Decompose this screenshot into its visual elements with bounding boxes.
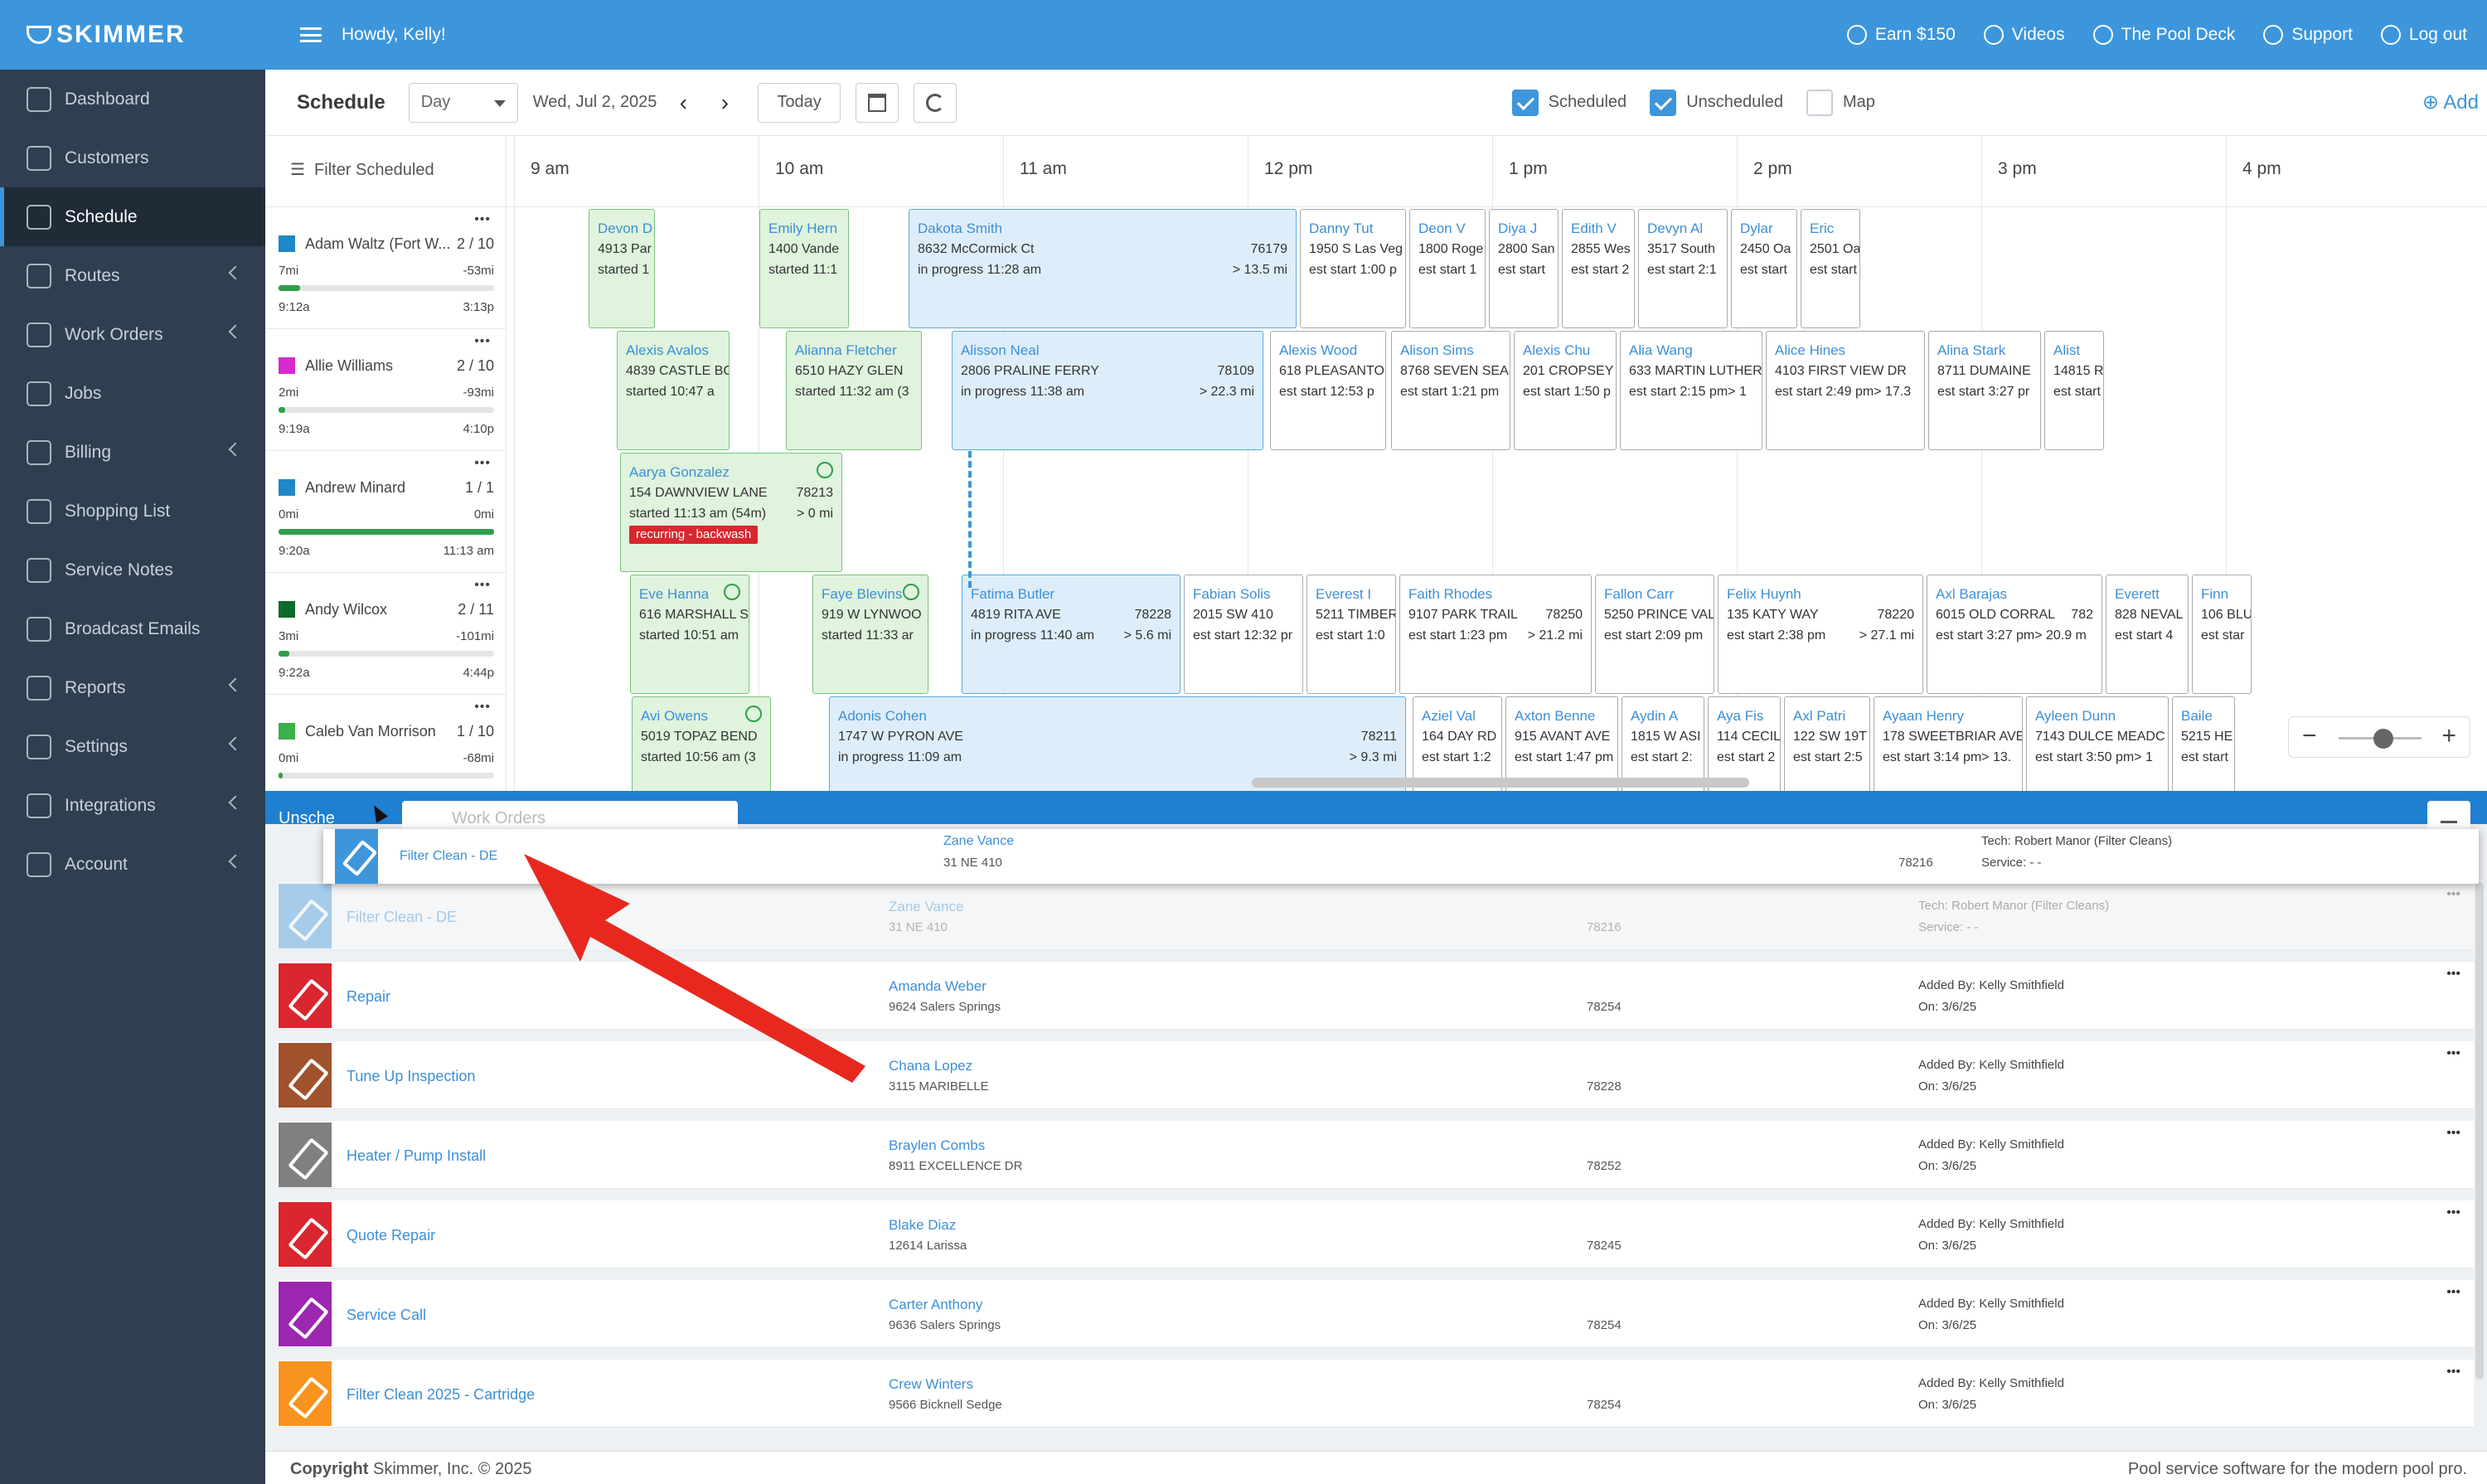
tagline: Pool service software for the modern poo… <box>2127 1460 2467 1478</box>
red-arrow-icon <box>524 854 865 1083</box>
copyright: Copyright Skimmer, Inc. © 2025 <box>290 1460 532 1478</box>
footer: Copyright Skimmer, Inc. © 2025 Pool serv… <box>265 1451 2487 1484</box>
annotation-arrow <box>524 854 865 1083</box>
